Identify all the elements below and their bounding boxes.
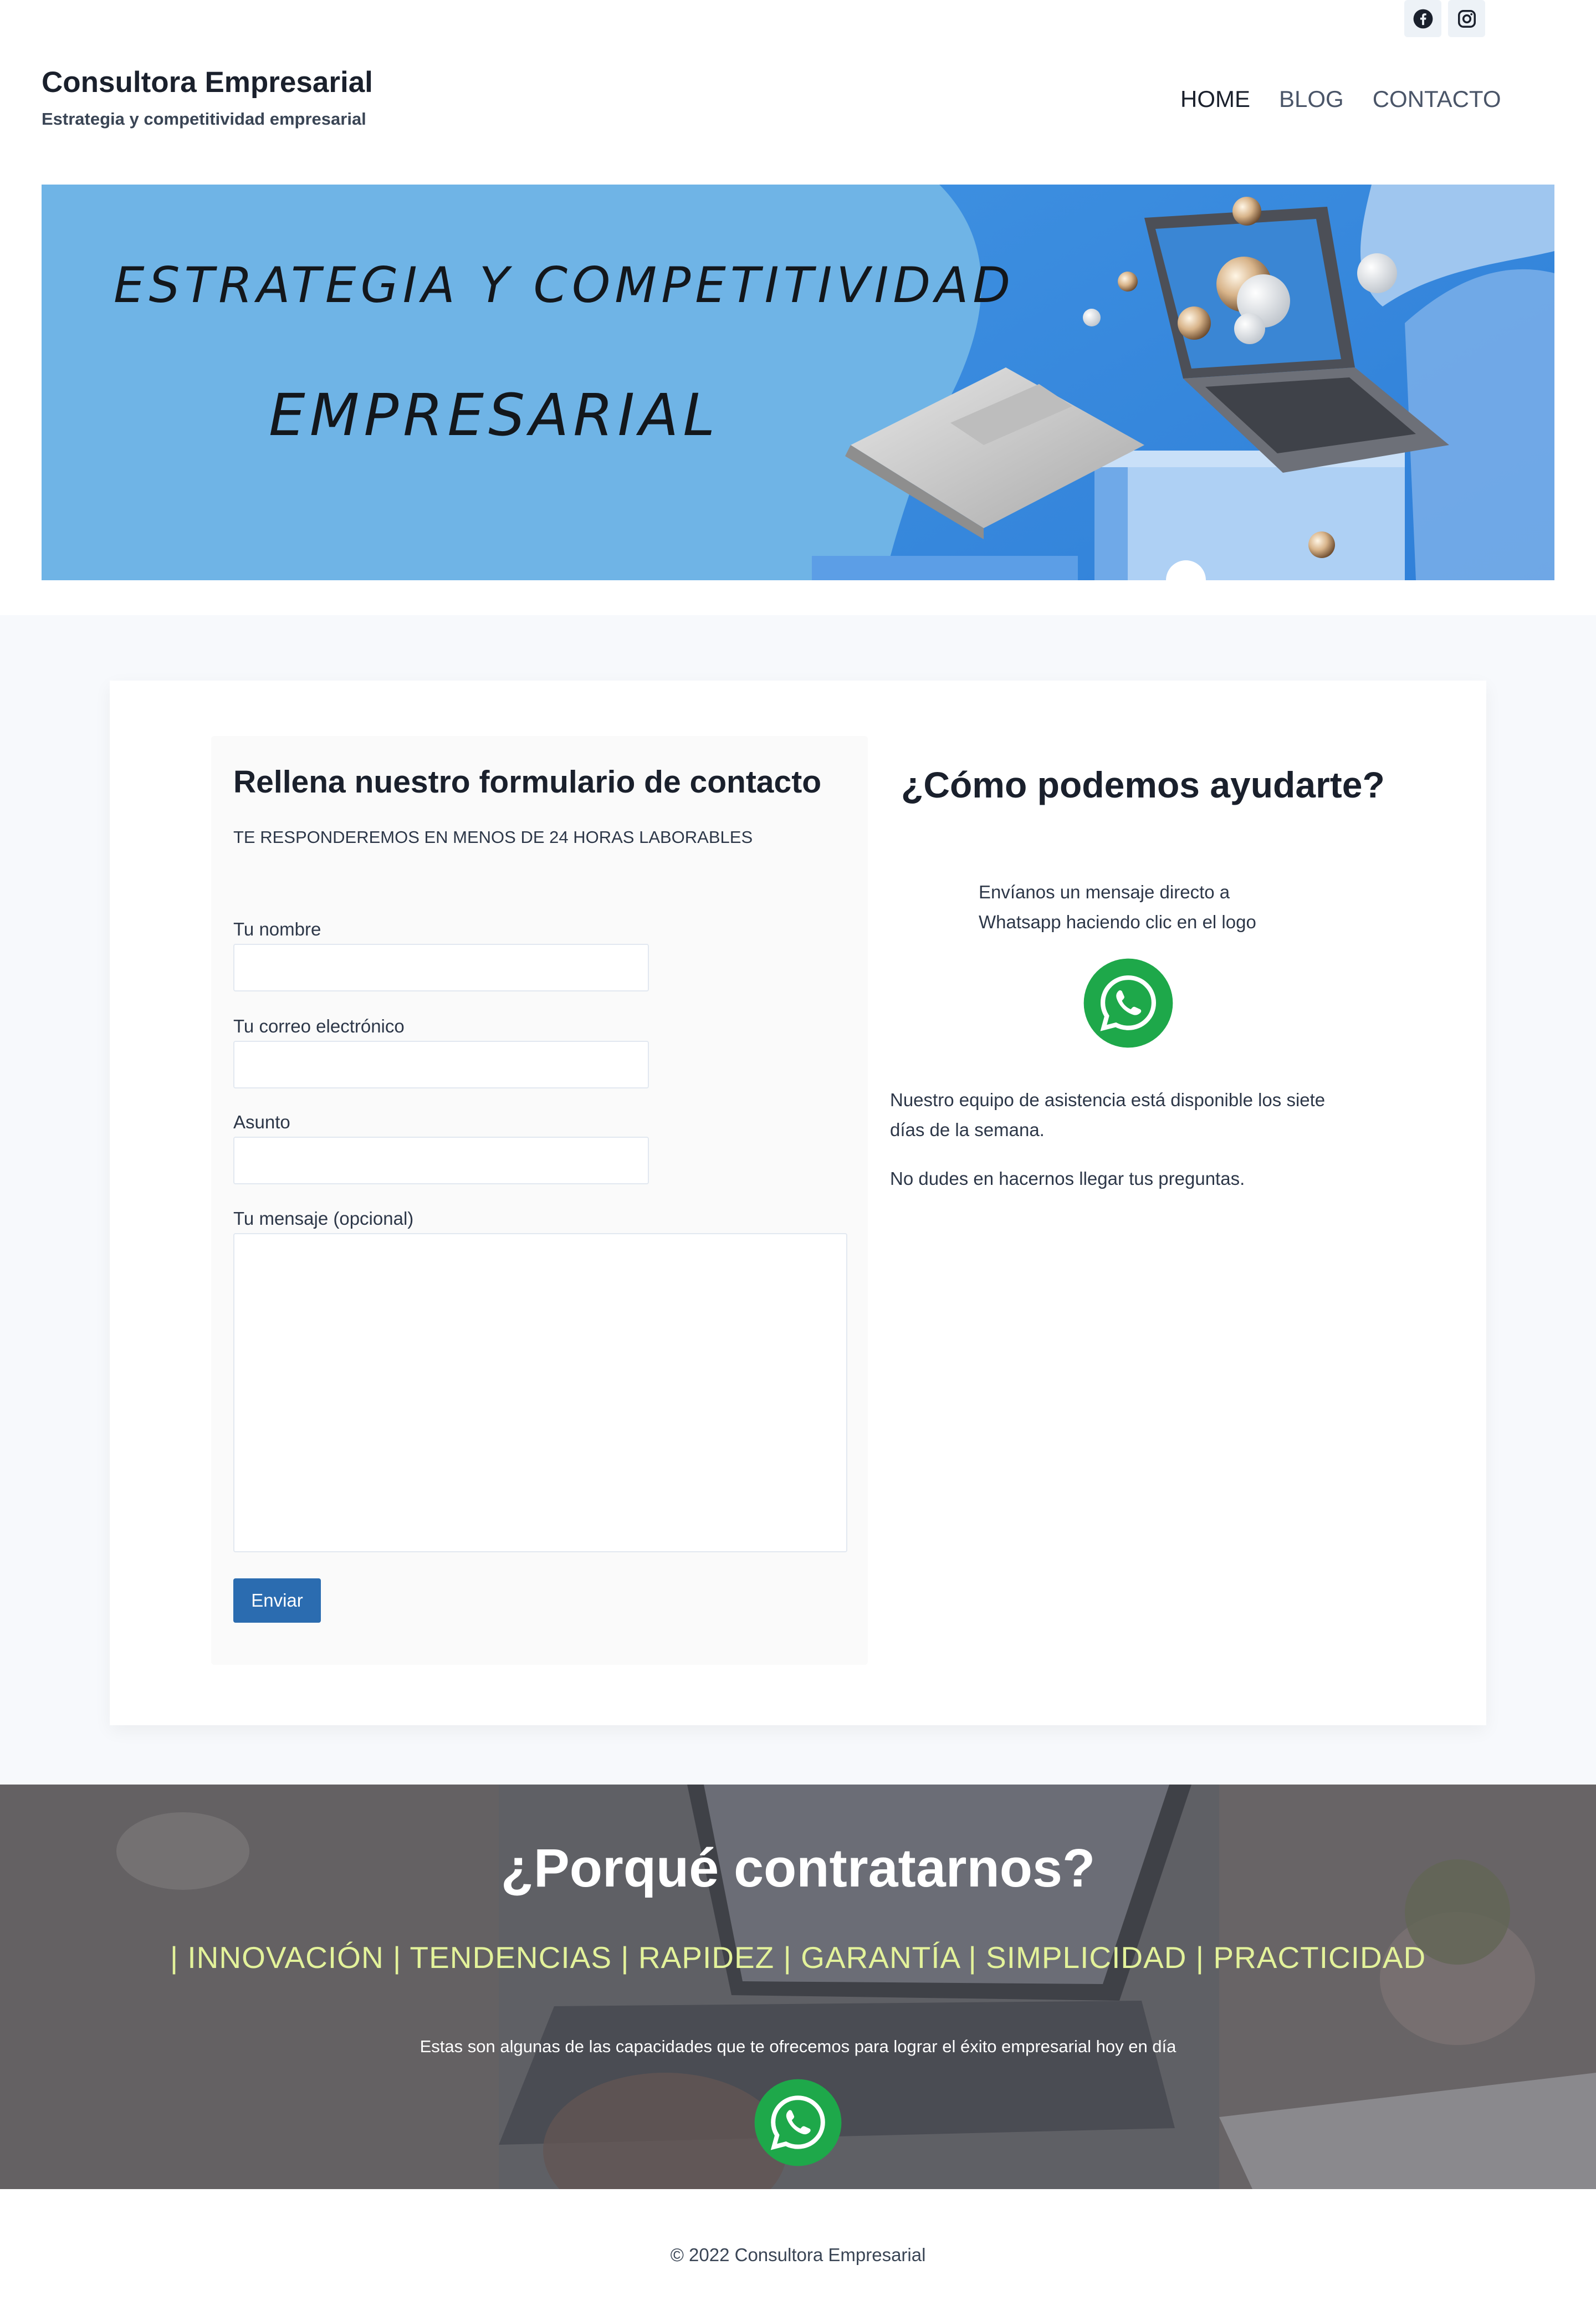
instagram-link[interactable] <box>1448 0 1485 37</box>
site-tagline: Estrategia y competitividad empresarial <box>42 109 366 129</box>
email-label: Tu correo electrónico <box>233 1016 405 1036</box>
site-title[interactable]: Consultora Empresarial <box>42 65 373 99</box>
submit-button[interactable]: Enviar <box>233 1578 321 1623</box>
subject-label: Asunto <box>233 1112 290 1132</box>
help-panel: ¿Cómo podemos ayudarte? Envíanos un mens… <box>890 681 1389 1623</box>
why-section: ¿Porqué contratarnos? | INNOVACIÓN | TEN… <box>0 1785 1596 2189</box>
availability-line1: Nuestro equipo de asistencia está dispon… <box>890 1090 1326 1110</box>
message-field[interactable] <box>233 1233 847 1552</box>
contact-form: Rellena nuestro formulario de contacto T… <box>211 736 868 1665</box>
whatsapp-text-line2: Whatsapp haciendo clic en el logo <box>979 912 1256 932</box>
nav-home[interactable]: HOME <box>1180 86 1250 113</box>
facebook-icon <box>1413 9 1433 28</box>
contact-card: Rellena nuestro formulario de contacto T… <box>110 681 1486 1725</box>
nav-blog[interactable]: BLOG <box>1279 86 1344 113</box>
subject-field[interactable] <box>233 1137 649 1184</box>
hero-banner: ESTRATEGIA Y COMPETITIVIDAD EMPRESARIAL <box>42 185 1554 580</box>
message-label: Tu mensaje (opcional) <box>233 1208 414 1229</box>
branding: Consultora Empresarial Estrategia y comp… <box>42 65 373 129</box>
whatsapp-text-line1: Envíanos un mensaje directo a <box>979 882 1230 902</box>
main-nav: HOME BLOG CONTACTO <box>1180 86 1501 113</box>
whatsapp-icon[interactable] <box>1083 958 1174 1049</box>
site-footer: © 2022 Consultora Empresarial <box>0 2189 1596 2321</box>
availability-line2: días de la semana. <box>890 1119 1045 1140</box>
name-field[interactable] <box>233 944 649 991</box>
form-title: Rellena nuestro formulario de contacto <box>233 764 822 800</box>
why-values: | INNOVACIÓN | TENDENCIAS | RAPIDEZ | GA… <box>170 1940 1426 1975</box>
questions-text: No dudes en hacernos llegar tus pregunta… <box>890 1168 1245 1189</box>
why-title: ¿Porqué contratarnos? <box>500 1838 1096 1898</box>
whatsapp-icon[interactable] <box>754 2078 842 2167</box>
social-links <box>1404 0 1485 37</box>
why-description: Estas son algunas de las capacidades que… <box>420 2037 1176 2056</box>
email-field[interactable] <box>233 1041 649 1088</box>
contact-section: Rellena nuestro formulario de contacto T… <box>0 615 1596 1785</box>
name-label: Tu nombre <box>233 919 321 939</box>
facebook-link[interactable] <box>1404 0 1441 37</box>
form-subtitle: TE RESPONDEREMOS EN MENOS DE 24 HORAS LA… <box>233 827 753 847</box>
copyright-text: © 2022 Consultora Empresarial <box>670 2245 926 2265</box>
help-title: ¿Cómo podemos ayudarte? <box>901 764 1385 805</box>
nav-contacto[interactable]: CONTACTO <box>1373 86 1501 113</box>
hero-heading-line2: EMPRESARIAL <box>269 381 720 449</box>
hero-heading-line1: ESTRATEGIA Y COMPETITIVIDAD <box>114 257 1015 314</box>
instagram-icon <box>1457 9 1476 28</box>
